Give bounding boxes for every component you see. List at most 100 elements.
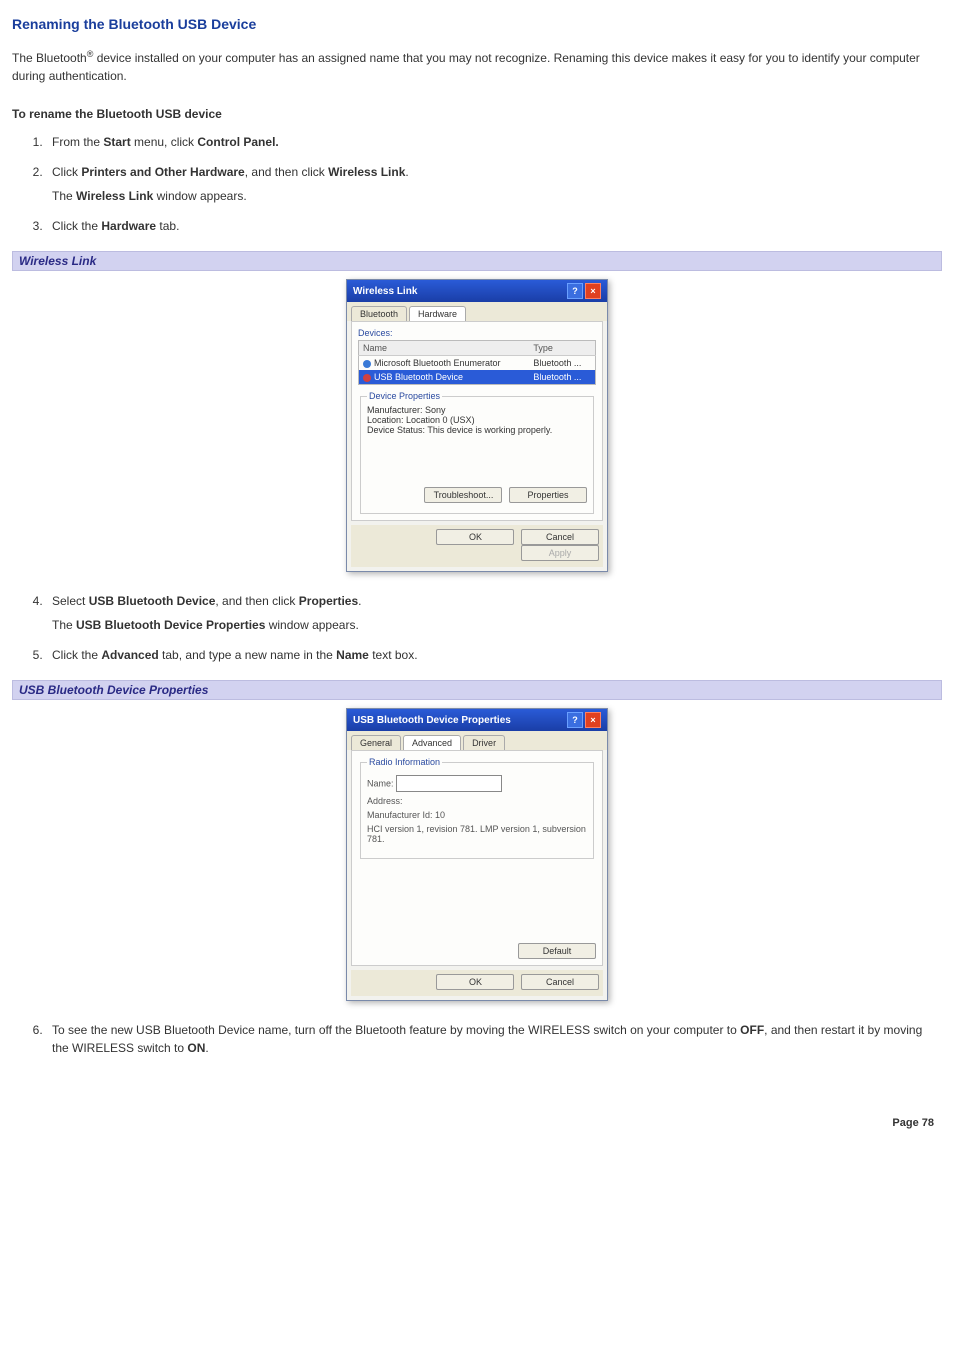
- tab-hardware[interactable]: Hardware: [409, 306, 466, 321]
- text: menu, click: [131, 135, 198, 149]
- bold: USB Bluetooth Device Properties: [76, 618, 265, 632]
- text: The: [52, 189, 76, 203]
- dialog-title: USB Bluetooth Device Properties: [353, 715, 511, 726]
- cell: Microsoft Bluetooth Enumerator: [374, 358, 501, 368]
- close-icon[interactable]: ×: [585, 712, 601, 728]
- bold: Hardware: [101, 219, 156, 233]
- step-6: To see the new USB Bluetooth Device name…: [46, 1021, 942, 1057]
- status-text: Device Status: This device is working pr…: [367, 425, 587, 435]
- text: , and then click: [245, 165, 328, 179]
- page-title: Renaming the Bluetooth USB Device: [12, 16, 942, 32]
- intro-paragraph: The Bluetooth® device installed on your …: [12, 48, 942, 85]
- cell: Bluetooth ...: [529, 370, 595, 385]
- help-icon[interactable]: ?: [567, 283, 583, 299]
- col-name[interactable]: Name: [359, 341, 530, 356]
- tab-advanced[interactable]: Advanced: [403, 735, 461, 750]
- step-3: Click the Hardware tab.: [46, 217, 942, 235]
- text: window appears.: [153, 189, 246, 203]
- help-icon[interactable]: ?: [567, 712, 583, 728]
- device-icon: [363, 360, 371, 368]
- dialog-title: Wireless Link: [353, 286, 417, 297]
- step-2-note: The Wireless Link window appears.: [52, 187, 942, 205]
- text: tab, and type a new name in the: [159, 648, 336, 662]
- step-5: Click the Advanced tab, and type a new n…: [46, 646, 942, 664]
- bold: Control Panel.: [197, 135, 278, 149]
- cancel-button[interactable]: Cancel: [521, 529, 599, 545]
- caption-usb-props: USB Bluetooth Device Properties: [12, 680, 942, 700]
- text: tab.: [156, 219, 179, 233]
- device-icon: [363, 374, 371, 382]
- ok-button[interactable]: OK: [436, 974, 514, 990]
- bold: USB Bluetooth Device: [89, 594, 216, 608]
- page-number: Page 78: [12, 1117, 942, 1129]
- dialog-footer: OK Cancel: [351, 970, 603, 996]
- bold: Printers and Other Hardware: [81, 165, 244, 179]
- tabs: General Advanced Driver: [347, 731, 607, 750]
- col-type[interactable]: Type: [529, 341, 595, 356]
- manufacturer-text: Manufacturer: Sony: [367, 405, 587, 415]
- radio-info-group: Radio Information Name: Address: Manufac…: [360, 757, 594, 859]
- bold: Start: [103, 135, 130, 149]
- dialog-body: Radio Information Name: Address: Manufac…: [351, 750, 603, 966]
- text: Click the: [52, 648, 101, 662]
- wireless-link-dialog: Wireless Link ? × Bluetooth Hardware Dev…: [346, 279, 608, 572]
- step-2: Click Printers and Other Hardware, and t…: [46, 163, 942, 205]
- step-list: From the Start menu, click Control Panel…: [46, 133, 942, 235]
- intro-b: device installed on your computer has an…: [12, 51, 920, 83]
- tabs: Bluetooth Hardware: [347, 302, 607, 321]
- dialog-1-wrap: Wireless Link ? × Bluetooth Hardware Dev…: [12, 279, 942, 572]
- tab-general[interactable]: General: [351, 735, 401, 750]
- text: .: [405, 165, 408, 179]
- properties-button[interactable]: Properties: [509, 487, 587, 503]
- apply-button: Apply: [521, 545, 599, 561]
- text: window appears.: [265, 618, 358, 632]
- name-label: Name:: [367, 779, 394, 789]
- table-row-selected[interactable]: USB Bluetooth Device Bluetooth ...: [359, 370, 596, 385]
- bold: Name: [336, 648, 369, 662]
- default-button[interactable]: Default: [518, 943, 596, 959]
- bold: Wireless Link: [328, 165, 405, 179]
- ok-button[interactable]: OK: [436, 529, 514, 545]
- tab-bluetooth[interactable]: Bluetooth: [351, 306, 407, 321]
- table-row[interactable]: Microsoft Bluetooth Enumerator Bluetooth…: [359, 356, 596, 371]
- text: To see the new USB Bluetooth Device name…: [52, 1023, 740, 1037]
- text: The: [52, 618, 76, 632]
- titlebar: Wireless Link ? ×: [347, 280, 607, 302]
- bold: OFF: [740, 1023, 764, 1037]
- name-input[interactable]: [396, 775, 502, 792]
- troubleshoot-button[interactable]: Troubleshoot...: [424, 487, 502, 503]
- step-1: From the Start menu, click Control Panel…: [46, 133, 942, 151]
- titlebar: USB Bluetooth Device Properties ? ×: [347, 709, 607, 731]
- bold: Properties: [299, 594, 358, 608]
- dialog-body: Devices: Name Type Microsoft Bluetooth E…: [351, 321, 603, 521]
- text: From the: [52, 135, 103, 149]
- cell: USB Bluetooth Device: [374, 372, 463, 382]
- caption-wireless-link: Wireless Link: [12, 251, 942, 271]
- devices-table: Name Type Microsoft Bluetooth Enumerator…: [358, 340, 596, 385]
- text: , and then click: [215, 594, 298, 608]
- text: text box.: [369, 648, 418, 662]
- device-properties-legend: Device Properties: [367, 391, 442, 401]
- device-properties-group: Device Properties Manufacturer: Sony Loc…: [360, 391, 594, 514]
- dialog-2-wrap: USB Bluetooth Device Properties ? × Gene…: [12, 708, 942, 1001]
- devices-label: Devices:: [358, 328, 596, 338]
- text: .: [205, 1041, 208, 1055]
- bold: Wireless Link: [76, 189, 153, 203]
- step-4-note: The USB Bluetooth Device Properties wind…: [52, 616, 942, 634]
- bold: Advanced: [101, 648, 158, 662]
- tab-driver[interactable]: Driver: [463, 735, 505, 750]
- bold: ON: [187, 1041, 205, 1055]
- step-list-cont: Select USB Bluetooth Device, and then cl…: [46, 592, 942, 664]
- text: Click: [52, 165, 81, 179]
- address-label: Address:: [367, 796, 587, 806]
- procedure-heading: To rename the Bluetooth USB device: [12, 107, 942, 121]
- text: Click the: [52, 219, 101, 233]
- close-icon[interactable]: ×: [585, 283, 601, 299]
- text: .: [358, 594, 361, 608]
- usb-bt-properties-dialog: USB Bluetooth Device Properties ? × Gene…: [346, 708, 608, 1001]
- cancel-button[interactable]: Cancel: [521, 974, 599, 990]
- radio-info-legend: Radio Information: [367, 757, 442, 767]
- location-text: Location: Location 0 (USX): [367, 415, 587, 425]
- intro-a: The Bluetooth: [12, 51, 87, 65]
- manufacturer-id: Manufacturer Id: 10: [367, 810, 587, 820]
